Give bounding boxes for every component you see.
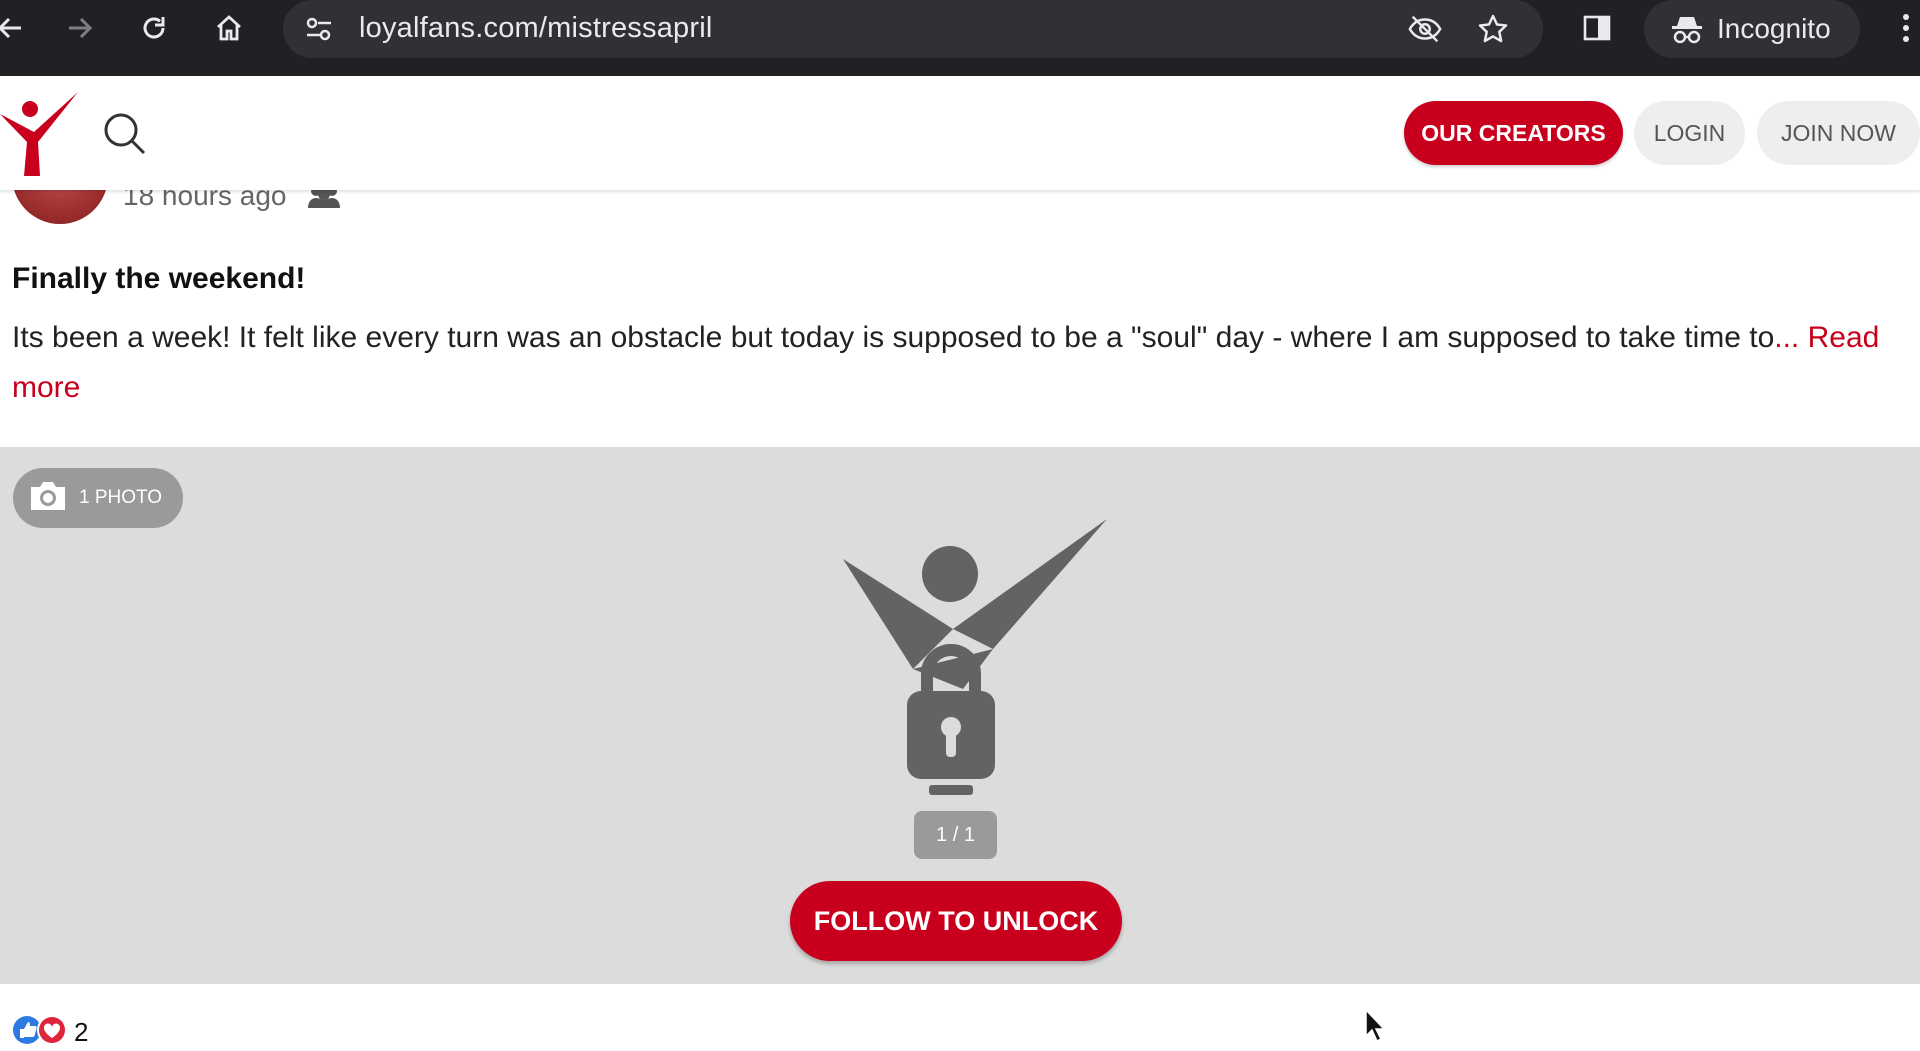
back-icon[interactable] [0, 10, 28, 46]
post-body-text: Its been a week! It felt like every turn… [12, 321, 1775, 354]
site-header: OUR CREATORS LOGIN JOIN NOW [0, 76, 1920, 190]
reactions-summary[interactable]: 2 [12, 1014, 88, 1051]
heart-icon [36, 1014, 68, 1051]
camera-icon [27, 479, 69, 518]
reload-icon[interactable] [136, 10, 172, 46]
post-ellipsis: ... [1774, 321, 1808, 354]
address-bar[interactable]: loyalfans.com/mistressapril [283, 0, 1543, 58]
locked-media-area: 1 PHOTO 1 / 1 FOLLOW TO UNLOCK [0, 447, 1920, 984]
side-panel-icon[interactable] [1579, 10, 1615, 46]
incognito-indicator[interactable]: Incognito [1644, 0, 1860, 58]
reaction-count: 2 [74, 1017, 89, 1047]
more-menu-icon[interactable] [1888, 10, 1920, 46]
site-logo[interactable] [0, 92, 80, 181]
photo-count-badge: 1 PHOTO [13, 468, 183, 528]
follow-to-unlock-button[interactable]: FOLLOW TO UNLOCK [790, 881, 1122, 961]
join-now-button[interactable]: JOIN NOW [1757, 101, 1920, 165]
post-body: Its been a week! It felt like every turn… [12, 313, 1912, 413]
url-text[interactable]: loyalfans.com/mistressapril [359, 12, 713, 45]
incognito-icon [1670, 12, 1704, 51]
bookmark-star-icon[interactable] [1475, 11, 1511, 47]
mouse-cursor-icon [1364, 1008, 1388, 1049]
incognito-label: Incognito [1717, 13, 1831, 44]
site-settings-icon[interactable] [303, 13, 335, 50]
search-icon[interactable] [102, 111, 148, 162]
media-counter: 1 / 1 [914, 811, 997, 859]
home-icon[interactable] [211, 10, 247, 46]
forward-icon[interactable] [62, 10, 98, 46]
photo-count-label: 1 PHOTO [79, 487, 163, 508]
post-title: Finally the weekend! [12, 262, 306, 295]
browser-toolbar: loyalfans.com/mistressapril Incognito [0, 0, 1920, 76]
login-button[interactable]: LOGIN [1634, 101, 1745, 165]
lock-icon [843, 519, 1107, 824]
eye-off-icon[interactable] [1407, 11, 1443, 47]
our-creators-button[interactable]: OUR CREATORS [1404, 101, 1623, 165]
